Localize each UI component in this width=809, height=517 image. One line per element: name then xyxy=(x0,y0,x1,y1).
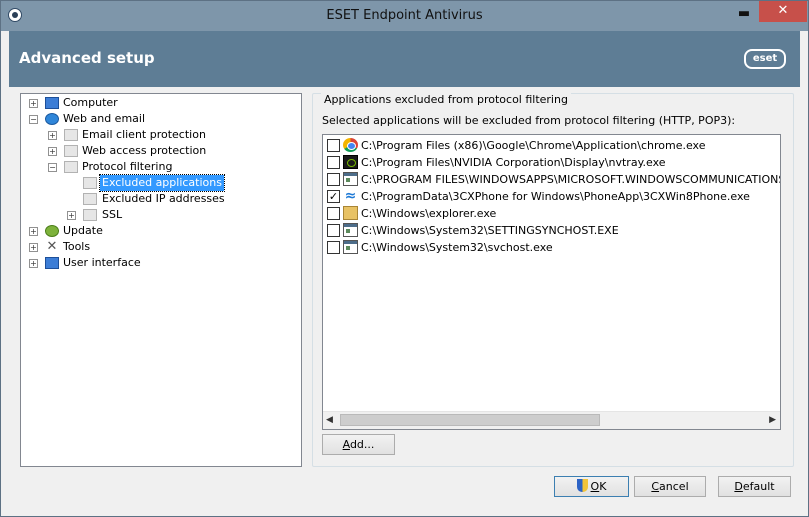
exclude-checkbox[interactable] xyxy=(327,224,340,237)
folder-icon xyxy=(343,206,358,220)
eset-logo: eset xyxy=(744,49,786,69)
scroll-left-icon[interactable]: ◀ xyxy=(326,415,333,425)
tree-item-email-client-protection[interactable]: + Email client protection xyxy=(21,127,291,143)
monitor-icon xyxy=(45,257,59,269)
minimize-button[interactable]: ▬ xyxy=(731,7,757,25)
tree-item-web-and-email[interactable]: − Web and email xyxy=(21,111,291,127)
exclude-checkbox[interactable] xyxy=(327,207,340,220)
tree-item-label: SSL xyxy=(102,208,123,221)
collapse-icon[interactable]: − xyxy=(48,163,57,172)
application-path: C:\Windows\explorer.exe xyxy=(361,207,497,220)
expand-icon[interactable]: + xyxy=(29,99,38,108)
tree-item-label: User interface xyxy=(63,256,141,269)
settings-content: + Computer − Web and email + Email clien… xyxy=(9,87,800,508)
settings-page-icon xyxy=(83,209,97,221)
collapse-icon[interactable]: − xyxy=(29,115,38,124)
default-button[interactable]: Default xyxy=(718,476,791,497)
tree-item-label: Email client protection xyxy=(82,128,206,141)
window-title: ESET Endpoint Antivirus xyxy=(326,8,483,23)
expand-icon[interactable]: + xyxy=(48,131,57,140)
application-path: C:\Windows\System32\SETTINGSYNCHOST.EXE xyxy=(361,224,619,237)
exclude-checkbox[interactable] xyxy=(327,173,340,186)
chrome-icon xyxy=(343,138,358,152)
tree-item-tools[interactable]: + ✕ Tools xyxy=(21,239,291,255)
cancel-button[interactable]: Cancel xyxy=(634,476,706,497)
update-icon xyxy=(45,225,59,237)
settings-page-icon xyxy=(83,193,97,205)
tree-item-web-access-protection[interactable]: + Web access protection xyxy=(21,143,291,159)
tree-item-user-interface[interactable]: + User interface xyxy=(21,255,291,271)
expand-icon[interactable]: + xyxy=(29,227,38,236)
application-window-icon xyxy=(343,223,358,237)
exclude-checkbox[interactable]: ✓ xyxy=(327,190,340,203)
scroll-right-icon[interactable]: ▶ xyxy=(769,415,776,425)
tree-item-label: Excluded applications xyxy=(99,174,225,192)
add-button[interactable]: Add... xyxy=(322,434,395,455)
expand-icon[interactable]: + xyxy=(67,211,76,220)
tree-item-computer[interactable]: + Computer xyxy=(21,95,291,111)
tree-item-label: Tools xyxy=(63,240,91,253)
add-label: dd... xyxy=(349,438,375,451)
title-bar: ESET Endpoint Antivirus ▬ ✕ xyxy=(1,1,808,31)
ok-button[interactable]: OK xyxy=(554,476,629,497)
applications-list[interactable]: C:\Program Files (x86)\Google\Chrome\App… xyxy=(322,134,781,430)
tree-item-label: Protocol filtering xyxy=(82,160,173,173)
application-path: C:\PROGRAM FILES\WINDOWSAPPS\MICROSOFT.W… xyxy=(361,173,781,186)
application-path: C:\ProgramData\3CXPhone for Windows\Phon… xyxy=(361,190,750,203)
exclude-checkbox[interactable] xyxy=(327,156,340,169)
wifi-icon: ≈ xyxy=(344,188,357,204)
page-title: Advanced setup xyxy=(19,49,155,67)
tree-item-protocol-filtering[interactable]: − Protocol filtering xyxy=(21,159,291,175)
horizontal-scrollbar[interactable]: ◀ ▶ xyxy=(323,411,780,429)
tree-item-ssl[interactable]: + SSL xyxy=(21,207,291,223)
tree-item-label: Excluded IP addresses xyxy=(102,192,225,205)
group-description: Selected applications will be excluded f… xyxy=(322,114,736,127)
settings-page-icon xyxy=(64,145,78,157)
application-window-icon xyxy=(343,240,358,254)
header-banner: Advanced setup eset xyxy=(9,31,800,87)
tree-item-label: Web and email xyxy=(63,112,146,125)
exclude-checkbox[interactable] xyxy=(327,241,340,254)
cancel-label-accelerator: C xyxy=(651,480,660,493)
ok-label: K xyxy=(599,480,607,493)
tree-item-label: Web access protection xyxy=(82,144,207,157)
ok-label-accelerator: O xyxy=(590,480,600,493)
nvidia-icon xyxy=(343,155,358,169)
minimize-icon: ▬ xyxy=(737,6,751,21)
tools-icon: ✕ xyxy=(46,239,58,254)
expand-icon[interactable]: + xyxy=(29,243,38,252)
settings-page-icon xyxy=(64,129,78,141)
application-path: C:\Program Files (x86)\Google\Chrome\App… xyxy=(361,139,706,152)
expand-icon[interactable]: + xyxy=(29,259,38,268)
close-button[interactable]: ✕ xyxy=(759,1,807,22)
default-label-accelerator: D xyxy=(734,480,743,493)
tree-item-excluded-ip-addresses[interactable]: Excluded IP addresses xyxy=(21,191,291,207)
group-title: Applications excluded from protocol filt… xyxy=(321,93,571,106)
cancel-label: ancel xyxy=(659,480,689,493)
tree-item-label: Computer xyxy=(63,96,118,109)
application-path: C:\Program Files\NVIDIA Corporation\Disp… xyxy=(361,156,666,169)
monitor-icon xyxy=(45,97,59,109)
eset-window: ESET Endpoint Antivirus ▬ ✕ Advanced set… xyxy=(0,0,809,517)
expand-icon[interactable]: + xyxy=(48,147,57,156)
settings-tree[interactable]: + Computer − Web and email + Email clien… xyxy=(20,93,302,467)
close-icon: ✕ xyxy=(777,3,789,18)
scrollbar-thumb[interactable] xyxy=(340,414,600,426)
add-label-accelerator: A xyxy=(342,438,350,451)
settings-page-icon xyxy=(83,177,97,189)
tree-item-excluded-applications[interactable]: Excluded applications xyxy=(21,174,291,192)
tree-item-update[interactable]: + Update xyxy=(21,223,291,239)
application-window-icon xyxy=(343,172,358,186)
exclude-checkbox[interactable] xyxy=(327,139,340,152)
application-path: C:\Windows\System32\svchost.exe xyxy=(361,241,553,254)
globe-icon xyxy=(45,113,59,125)
default-label: efault xyxy=(742,480,775,493)
tree-item-label: Update xyxy=(63,224,103,237)
excluded-applications-group: Applications excluded from protocol filt… xyxy=(312,93,794,467)
uac-shield-icon xyxy=(576,479,588,492)
settings-page-icon xyxy=(64,161,78,173)
